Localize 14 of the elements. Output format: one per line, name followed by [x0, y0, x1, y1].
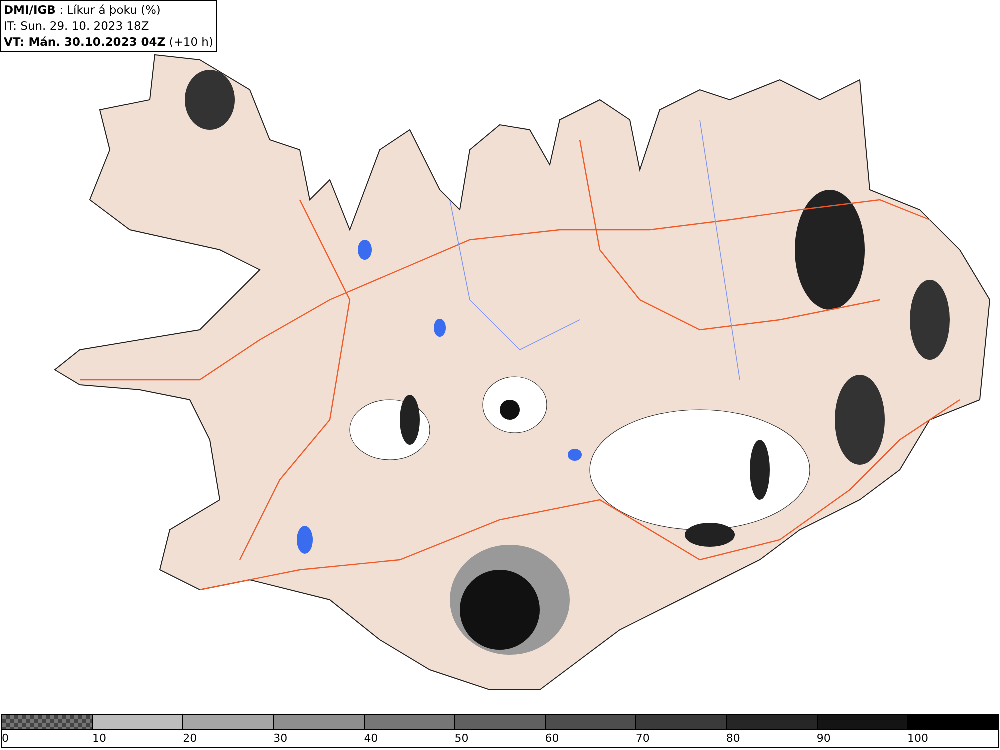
- legend-tick-label: 100: [907, 732, 928, 745]
- legend-tick-label: 10: [92, 732, 107, 745]
- legend-tick-label: 40: [364, 732, 378, 745]
- legend-tick-label: 90: [816, 732, 831, 745]
- legend-tick-label: 30: [274, 732, 288, 745]
- legend-tick-label: 20: [183, 732, 198, 745]
- legend-tick-label: 60: [545, 732, 560, 745]
- initial-time-label: IT: Sun. 29. 10. 2023 18Z: [4, 18, 150, 34]
- map-title: DMI/IGB : Líkur á þoku (%): [4, 2, 162, 18]
- legend-tick-label: 80: [726, 732, 740, 745]
- legend-tick-label: 70: [636, 732, 650, 745]
- legend-tick-label: 50: [454, 732, 469, 745]
- valid-time-label: VT: Mán. 30.10.2023 04Z (+10 h): [4, 34, 214, 50]
- legend-tick-label: 0: [2, 732, 9, 745]
